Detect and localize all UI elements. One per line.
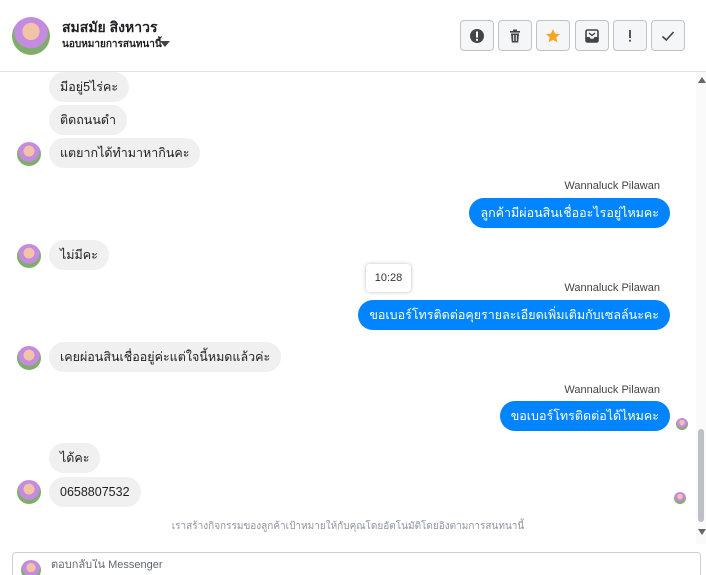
- star-button[interactable]: [536, 20, 570, 51]
- assign-conversation-label[interactable]: นอบหมายการสนทนานี้: [62, 37, 162, 52]
- thread-scrollbar[interactable]: [696, 72, 706, 544]
- incoming-message[interactable]: มีอยู่5ไร่คะ: [49, 72, 130, 102]
- trash-icon: [510, 29, 520, 42]
- archive-icon: [585, 28, 599, 43]
- incoming-message[interactable]: ไม่มีคะ: [49, 240, 109, 270]
- reply-input[interactable]: [51, 559, 651, 571]
- contact-avatar[interactable]: [12, 17, 50, 55]
- sender-name: Wannaluck Pilawan: [564, 180, 660, 192]
- lead-activity-note: เราสร้างกิจกรรมของลูกค้าเป้าหมายให้กับคุ…: [171, 521, 525, 532]
- scroll-thumb[interactable]: [698, 429, 704, 522]
- seen-avatar: [676, 418, 688, 430]
- contact-avatar: [17, 480, 41, 504]
- scroll-up-arrow-icon[interactable]: [698, 77, 706, 83]
- archive-button[interactable]: [575, 20, 609, 51]
- alert-icon: [470, 28, 484, 43]
- message-thread[interactable]: มีอยู่5ไร่คะ ติดถนนดำ แตยากได้ทำมาหากินค…: [0, 72, 696, 544]
- reply-composer[interactable]: [12, 552, 701, 575]
- mark-spam-button[interactable]: [460, 20, 494, 51]
- contact-avatar: [17, 244, 41, 268]
- incoming-message[interactable]: 0658807532: [49, 477, 141, 507]
- timestamp-tooltip: 10:28: [366, 264, 411, 292]
- page-avatar: [21, 560, 41, 575]
- incoming-message[interactable]: ติดถนนดำ: [49, 105, 128, 135]
- star-icon: [546, 28, 560, 42]
- sender-name: Wannaluck Pilawan: [564, 384, 660, 396]
- follow-up-button[interactable]: [613, 20, 647, 51]
- check-icon: [661, 30, 675, 41]
- contact-avatar: [17, 142, 41, 166]
- exclamation-icon: [629, 29, 631, 42]
- scroll-down-arrow-icon[interactable]: [698, 529, 706, 535]
- outgoing-message[interactable]: ขอเบอร์โทรติดต่อได้ไหมคะ: [499, 401, 670, 431]
- conversation-header: สมสมัย สิงหาวร นอบหมายการสนทนานี้: [0, 0, 706, 72]
- contact-name[interactable]: สมสมัย สิงหาวร: [62, 17, 158, 39]
- delete-button[interactable]: [498, 20, 532, 51]
- sender-name: Wannaluck Pilawan: [564, 282, 660, 294]
- seen-avatar: [674, 492, 686, 504]
- incoming-message[interactable]: แตยากได้ทำมาหากินคะ: [49, 138, 201, 168]
- contact-avatar: [17, 346, 41, 370]
- incoming-message[interactable]: เคยผ่อนสินเชื่ออยู่ค่ะแต่ใจนี้หมดแล้วค่ะ: [49, 342, 282, 372]
- outgoing-message[interactable]: ขอเบอร์โทรติดต่อคุยรายละเอียดเพิ่มเติมกั…: [358, 300, 670, 330]
- outgoing-message[interactable]: ลูกค้ามีผ่อนสินเชื่ออะไรอยู่ไหมคะ: [469, 198, 670, 228]
- mark-done-button[interactable]: [651, 20, 685, 51]
- incoming-message[interactable]: ได้คะ: [49, 443, 101, 473]
- chevron-down-icon[interactable]: [160, 41, 170, 47]
